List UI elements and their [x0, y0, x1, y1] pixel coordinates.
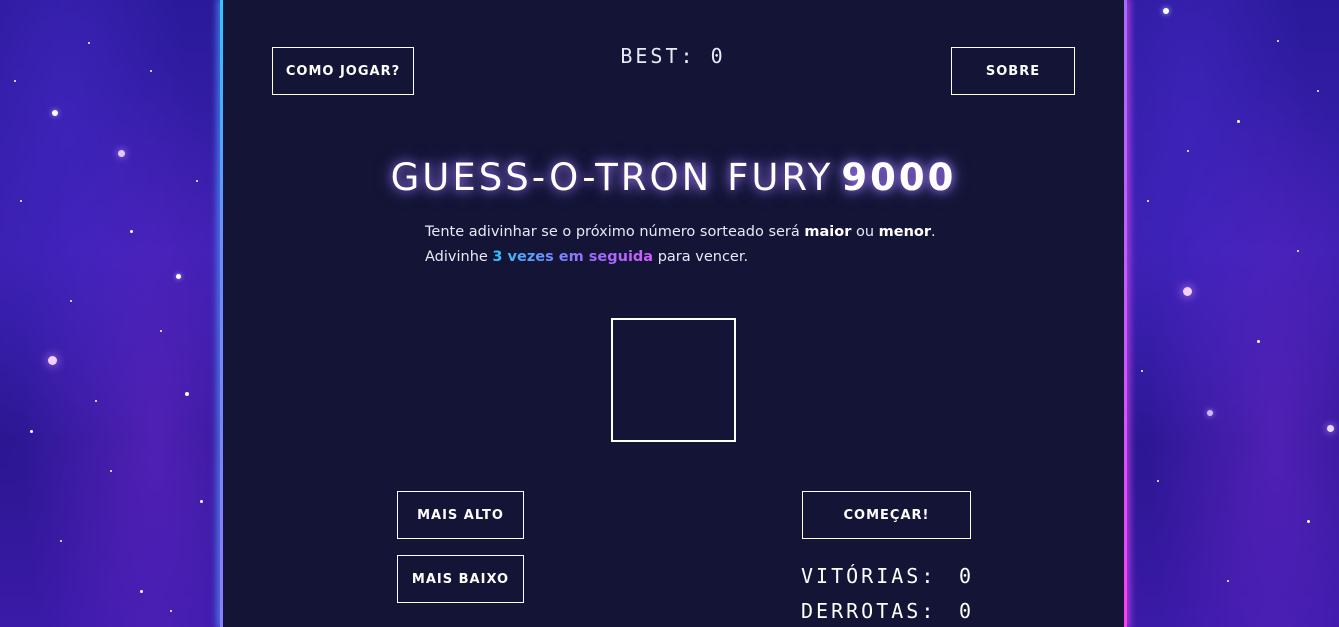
wins-label: VITÓRIAS:	[801, 564, 937, 588]
instructions-text: para vencer.	[653, 249, 749, 265]
neon-border-right	[1124, 0, 1127, 627]
instructions-text: Tente adivinhar se o próximo número sort…	[425, 224, 805, 240]
start-button[interactable]: COMEÇAR!	[802, 491, 971, 539]
instructions-lower-word: menor	[878, 224, 932, 240]
instructions: Tente adivinhar se o próximo número sort…	[425, 220, 985, 270]
instructions-text: ou	[851, 224, 879, 240]
instructions-higher-word: maior	[804, 224, 852, 240]
higher-button[interactable]: MAIS ALTO	[397, 491, 524, 539]
best-score-value: 0	[710, 44, 726, 68]
space-background-left	[0, 0, 221, 627]
number-display	[611, 318, 736, 442]
game-panel: COMO JOGAR? BEST: 0 SOBRE GUESS-O-TRON F…	[223, 0, 1124, 627]
game-title-main: GUESS-O-TRON FURY	[390, 156, 834, 199]
game-title-number: 9000	[841, 156, 957, 199]
losses-value: 0	[959, 599, 975, 623]
instructions-line-1: Tente adivinhar se o próximo número sort…	[425, 220, 985, 245]
instructions-highlight: 3 vezes em seguida	[492, 249, 654, 265]
about-button[interactable]: SOBRE	[951, 47, 1075, 95]
space-background-right	[1127, 0, 1339, 627]
instructions-text: Adivinhe	[425, 249, 493, 265]
losses-stat: DERROTAS: 0	[801, 599, 981, 623]
instructions-line-2: Adivinhe 3 vezes em seguida para vencer.	[425, 245, 985, 270]
instructions-text: .	[931, 224, 936, 240]
wins-value: 0	[959, 564, 975, 588]
how-to-play-button[interactable]: COMO JOGAR?	[272, 47, 414, 95]
best-score-label: BEST:	[620, 44, 696, 68]
best-score: BEST: 0	[583, 44, 763, 68]
wins-stat: VITÓRIAS: 0	[801, 564, 981, 588]
losses-label: DERROTAS:	[801, 599, 937, 623]
game-title: GUESS-O-TRON FURY 9000	[223, 156, 1124, 199]
lower-button[interactable]: MAIS BAIXO	[397, 555, 524, 603]
